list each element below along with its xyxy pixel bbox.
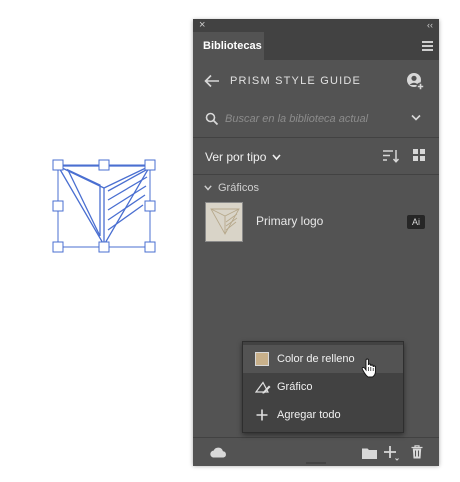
folder-icon[interactable] [362,447,377,459]
search-icon [205,112,219,126]
color-swatch [255,352,269,366]
cloud-sync-icon[interactable] [209,446,227,458]
menu-item-graphic[interactable]: Gráfico [243,373,403,401]
section-label: Gráficos [218,182,259,194]
library-header: PRISM STYLE GUIDE [193,60,439,102]
panel-footer [193,437,439,466]
illustrator-badge: Ai [407,215,425,229]
menu-item-fill-color[interactable]: Color de relleno [243,345,403,378]
grid-view-icon[interactable] [413,149,425,161]
chevron-down-icon[interactable] [411,114,421,122]
menu-item-label: Gráfico [277,381,313,393]
add-user-icon[interactable] [405,71,425,91]
view-by-type-dropdown[interactable]: Ver por tipo [205,150,266,164]
tab-libraries[interactable]: Bibliotecas [193,32,264,60]
close-panel-icon[interactable]: × [199,19,205,32]
plus-icon [256,409,268,421]
chevron-down-icon[interactable] [204,185,212,191]
add-content-menu: Color de relleno Gráfico Agregar todo [242,341,404,433]
item-name: Primary logo [256,214,324,228]
item-thumbnail [205,202,243,242]
search-bar [193,102,439,136]
add-content-icon[interactable] [383,445,399,461]
panel-menu-icon[interactable] [422,41,433,51]
section-graphics[interactable]: Gráficos [193,180,439,198]
view-toolbar: Ver por tipo [193,140,439,174]
sort-icon[interactable] [383,149,399,163]
arrow-left-icon[interactable] [204,74,220,88]
divider [193,174,439,175]
trash-icon[interactable] [411,445,423,459]
panel-titlebar: × ‹‹ [193,19,439,32]
logo-thumbnail-icon [210,208,240,235]
chevron-down-icon[interactable] [272,154,281,161]
menu-item-label: Agregar todo [277,409,341,421]
collapse-panel-icon[interactable]: ‹‹ [427,19,433,32]
library-name[interactable]: PRISM STYLE GUIDE [230,75,361,87]
resize-grip[interactable] [306,462,326,464]
selected-artwork[interactable] [0,0,190,482]
search-input[interactable] [225,110,385,128]
prism-logo-outline [56,165,152,247]
graphic-icon [255,381,271,394]
library-item[interactable]: Primary logo Ai [193,200,439,244]
panel-tabbar: Bibliotecas [193,32,439,60]
divider [193,137,439,138]
menu-item-label: Color de relleno [277,353,355,365]
menu-item-add-all[interactable]: Agregar todo [243,401,403,429]
